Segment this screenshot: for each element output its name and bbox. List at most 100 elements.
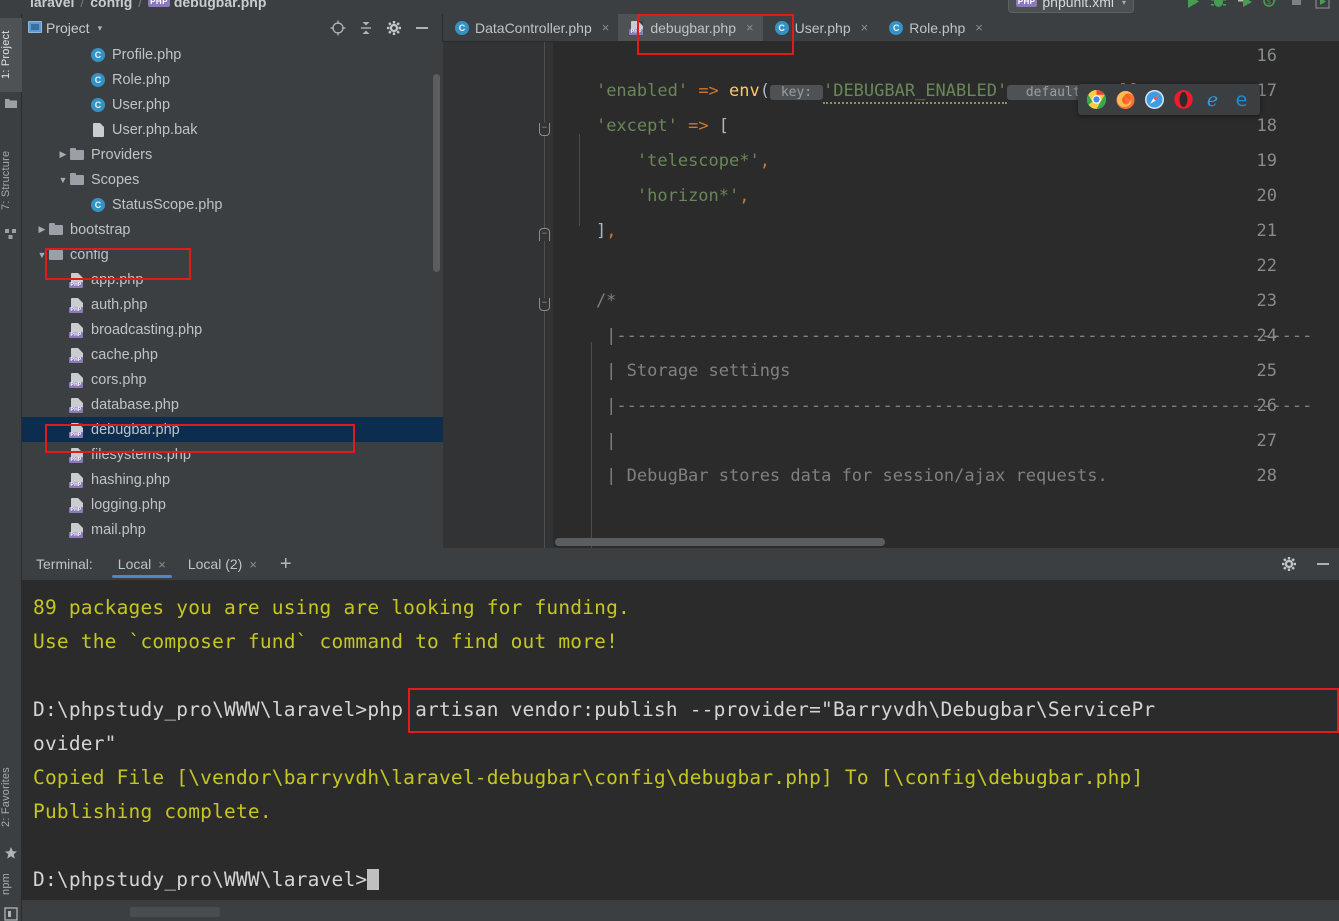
tree-item-broadcasting-php[interactable]: ▶PHP broadcasting.php [22,317,443,342]
chevron-right-icon[interactable]: ▶ [57,374,69,385]
opera-icon[interactable] [1173,89,1194,110]
tree-item-User-php-bak[interactable]: ▶ User.php.bak [22,117,443,142]
tree-item-mail-php[interactable]: ▶PHP mail.php [22,517,443,542]
code-line-28[interactable]: | DebugBar stores data for session/ajax … [555,466,1108,486]
tree-item-User-php[interactable]: ▶ User.php [22,92,443,117]
tab-Role-php[interactable]: Role.php × [877,14,992,41]
code-line-25[interactable]: | Storage settings [555,361,790,381]
code-line-20[interactable]: 'horizon*', [555,186,750,206]
minimize-icon[interactable] [414,20,430,36]
add-terminal-icon[interactable]: + [268,554,304,574]
tree-item-app-php[interactable]: ▶PHP app.php [22,267,443,292]
code-line-24[interactable]: |---------------------------------------… [555,326,1312,346]
close-icon[interactable]: × [746,20,754,35]
breadcrumb-folder[interactable]: config [90,0,132,10]
close-icon[interactable]: × [158,557,166,572]
editor-horizontal-scrollbar[interactable] [555,538,885,546]
chevron-right-icon[interactable]: ▶ [57,424,69,435]
chevron-right-icon[interactable]: ▶ [57,524,69,535]
run-icon[interactable] [1184,0,1201,10]
tree-scrollbar[interactable] [433,74,440,272]
chevron-right-icon[interactable]: ▶ [57,149,69,160]
project-file-tree[interactable]: ▶ Profile.php ▶ Role.php ▶ User.php ▶ User.php.… [22,42,443,548]
breadcrumb-project[interactable]: laravel [30,0,74,10]
tree-item-filesystems-php[interactable]: ▶PHP filesystems.php [22,442,443,467]
chevron-right-icon[interactable]: ▶ [78,99,90,110]
editor-tab-bar[interactable]: DataController.php×PHPdebugbar.php×User.… [443,14,1339,42]
chevron-right-icon[interactable]: ▶ [57,324,69,335]
locate-icon[interactable] [330,20,346,36]
chevron-right-icon[interactable]: ▶ [78,124,90,135]
tree-item-hashing-php[interactable]: ▶PHP hashing.php [22,467,443,492]
chevron-down-icon[interactable]: ▼ [57,175,69,185]
code-line-18[interactable]: 'except' => [ [555,116,729,136]
code-line-21[interactable]: ], [555,221,617,241]
chevron-right-icon[interactable]: ▶ [57,349,69,360]
tab-User-php[interactable]: User.php × [763,14,878,41]
tree-item-logging-php[interactable]: ▶PHP logging.php [22,492,443,517]
tree-item-debugbar-php[interactable]: ▶PHP debugbar.php [22,417,443,442]
close-icon[interactable]: × [249,557,257,572]
more-icon[interactable] [1314,0,1331,10]
tree-item-Profile-php[interactable]: ▶ Profile.php [22,42,443,67]
tree-item-StatusScope-php[interactable]: ▶ StatusScope.php [22,192,443,217]
terminal-tab-local-2[interactable]: Local (2) × [177,548,268,580]
chevron-down-icon[interactable]: ▼ [36,250,48,260]
tree-item-cache-php[interactable]: ▶PHP cache.php [22,342,443,367]
tree-item-Scopes[interactable]: ▼ Scopes [22,167,443,192]
browser-preview-popup[interactable]: e e [1078,84,1260,115]
tab-DataController-php[interactable]: DataController.php × [443,14,618,41]
code-editor[interactable]: 16 17 18 19 20 21 22 23 24 25 26 27 28 − − − 'enabled'… [443,42,1339,548]
firefox-icon[interactable] [1115,89,1136,110]
fold-marker-line-18[interactable]: − [539,123,550,136]
sidebar-item-project[interactable]: 1: Project [0,18,22,92]
tree-item-auth-php[interactable]: ▶PHP auth.php [22,292,443,317]
close-icon[interactable]: × [975,20,983,35]
chevron-right-icon[interactable]: ▶ [57,474,69,485]
chevron-right-icon[interactable]: ▶ [36,224,48,235]
tab-debugbar-php[interactable]: PHP debugbar.php × [618,14,763,41]
chevron-right-icon[interactable]: ▶ [57,399,69,410]
chevron-right-icon[interactable]: ▶ [78,49,90,60]
chevron-down-icon[interactable]: ▾ [98,23,103,34]
edge-icon[interactable]: e [1231,89,1252,111]
breadcrumb-file[interactable]: debugbar.php [174,0,267,10]
profile-icon[interactable]: $ [1262,0,1279,10]
fold-marker-line-21[interactable]: − [539,228,550,241]
terminal-output[interactable]: 89 packages you are using are looking fo… [22,580,1339,921]
chevron-right-icon[interactable]: ▶ [57,274,69,285]
chevron-right-icon[interactable]: ▶ [78,199,90,210]
minimize-icon[interactable] [1315,556,1331,572]
close-icon[interactable]: × [861,20,869,35]
tree-item-Providers[interactable]: ▶ Providers [22,142,443,167]
chevron-right-icon[interactable]: ▶ [57,499,69,510]
chevron-right-icon[interactable]: ▶ [57,299,69,310]
code-line-26[interactable]: |---------------------------------------… [555,396,1312,416]
tree-item-Role-php[interactable]: ▶ Role.php [22,67,443,92]
edge-legacy-icon[interactable]: e [1202,89,1223,111]
tree-item-bootstrap[interactable]: ▶ bootstrap [22,217,443,242]
debug-icon[interactable] [1210,0,1227,10]
sidebar-item-structure[interactable]: 7: Structure [0,136,22,224]
tree-item-cors-php[interactable]: ▶PHP cors.php [22,367,443,392]
chrome-icon[interactable] [1086,89,1107,110]
sidebar-item-npm[interactable]: npm [0,864,22,904]
collapse-all-icon[interactable] [358,20,374,36]
fold-marker-line-23[interactable]: − [539,298,550,311]
safari-icon[interactable] [1144,89,1165,110]
tree-item-config[interactable]: ▼ config [22,242,443,267]
code-line-27[interactable]: | [555,431,616,451]
chevron-right-icon[interactable]: ▶ [57,449,69,460]
code-line-19[interactable]: 'telescope*', [555,151,770,171]
gear-icon[interactable] [386,20,402,36]
run-with-coverage-icon[interactable] [1236,0,1253,10]
close-icon[interactable]: × [602,20,610,35]
code-line-17[interactable]: 'enabled' => env( key: 'DEBUGBAR_ENABLED… [555,81,1140,104]
code-line-23[interactable]: /* [555,291,616,311]
gear-icon[interactable] [1281,556,1297,572]
tree-item-database-php[interactable]: ▶PHP database.php [22,392,443,417]
stop-icon[interactable] [1288,0,1305,10]
sidebar-item-favorites[interactable]: 2: Favorites [0,751,22,843]
chevron-right-icon[interactable]: ▶ [78,74,90,85]
terminal-tab-local[interactable]: Local × [107,548,177,580]
